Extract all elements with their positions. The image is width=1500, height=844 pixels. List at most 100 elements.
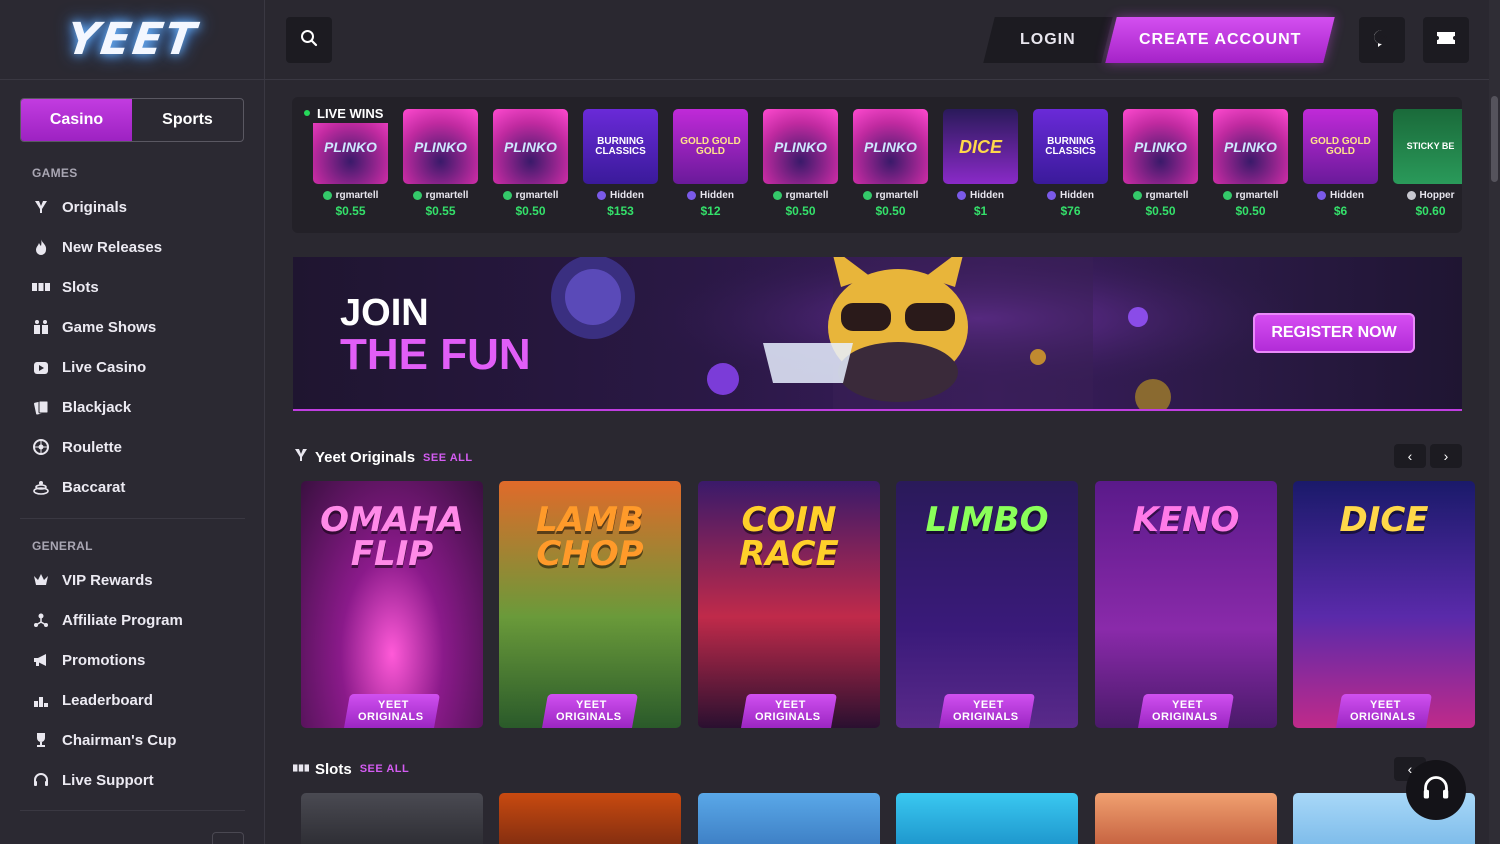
sidebar-item-blackjack[interactable]: Blackjack — [0, 387, 265, 427]
sidebar-item-live-support[interactable]: Live Support — [0, 760, 265, 800]
logo-area[interactable]: YEET — [0, 0, 264, 80]
scrollbar-thumb[interactable] — [1491, 96, 1498, 182]
live-win-item[interactable]: PLINKO rgmartell $0.50 — [853, 109, 928, 218]
next-arrow-button[interactable]: › — [1430, 444, 1462, 468]
live-win-user: Hidden — [943, 190, 1018, 201]
live-win-username: rgmartell — [785, 190, 829, 201]
chevron-right-icon: › — [1443, 448, 1449, 464]
live-win-username: Hidden — [610, 190, 644, 201]
slot-card[interactable] — [499, 793, 681, 844]
section-title: Yeet Originals — [315, 449, 416, 466]
sidebar-item-vip-rewards[interactable]: VIP Rewards — [0, 560, 265, 600]
sidebar-collapse-button[interactable] — [212, 832, 244, 844]
login-button[interactable]: LOGIN — [983, 17, 1113, 63]
live-win-user: Hidden — [1303, 190, 1378, 201]
search-button[interactable] — [286, 17, 332, 63]
live-win-item[interactable]: BURNING CLASSICS Hidden $153 — [583, 109, 658, 218]
live-win-thumb: PLINKO — [853, 109, 928, 184]
live-win-item[interactable]: PLINKO rgmartell $0.50 — [1123, 109, 1198, 218]
original-game-card[interactable]: KENO YEET ORIGINALS — [1095, 481, 1277, 728]
original-game-card[interactable]: LAMB CHOP YEET ORIGINALS — [499, 481, 681, 728]
chevron-left-icon: ‹ — [1407, 448, 1413, 464]
sidebar-item-new-releases[interactable]: New Releases — [0, 227, 265, 267]
sidebar-item-label: Chairman's Cup — [62, 731, 177, 749]
sidebar-item-baccarat[interactable]: Baccarat — [0, 467, 265, 507]
yeet-logo[interactable]: YEET — [63, 14, 200, 65]
sidebar-item-promotions[interactable]: Promotions — [0, 640, 265, 680]
game-shows-icon — [32, 318, 50, 336]
live-win-thumb: BURNING CLASSICS — [583, 109, 658, 184]
live-win-item[interactable]: GOLD GOLD GOLD Hidden $6 — [1303, 109, 1378, 218]
live-win-item[interactable]: STICKY BE Hopper $0.60 — [1393, 109, 1462, 218]
live-win-item[interactable]: BURNING CLASSICS Hidden $76 — [1033, 109, 1108, 218]
promo-banner[interactable]: JOIN THE FUN REGISTER NOW — [293, 257, 1462, 411]
sidebar-item-originals[interactable]: Originals — [0, 187, 265, 227]
sidebar-item-live-casino[interactable]: Live Casino — [0, 347, 265, 387]
chat-button[interactable] — [1359, 17, 1405, 63]
live-win-thumb: GOLD GOLD GOLD — [673, 109, 748, 184]
original-game-card[interactable]: OMAHA FLIP YEET ORIGINALS — [301, 481, 483, 728]
live-win-item[interactable]: PLINKO rgmartell $0.50 — [493, 109, 568, 218]
megaphone-icon — [32, 651, 50, 669]
live-win-item[interactable]: GOLD GOLD GOLD Hidden $12 — [673, 109, 748, 218]
original-game-card[interactable]: COIN RACE YEET ORIGINALS — [698, 481, 880, 728]
sidebar-divider — [20, 518, 245, 519]
general-nav: VIP Rewards Affiliate Program Promotions… — [0, 560, 265, 800]
baccarat-icon — [32, 478, 50, 496]
slot-card[interactable] — [698, 793, 880, 844]
create-account-button[interactable]: CREATE ACCOUNT — [1105, 17, 1335, 63]
sidebar-item-chairmans-cup[interactable]: Chairman's Cup — [0, 720, 265, 760]
slot-card[interactable] — [896, 793, 1078, 844]
live-win-thumb: PLINKO — [1123, 109, 1198, 184]
slots-icon — [293, 760, 309, 778]
badge-line-2: ORIGINALS — [1350, 711, 1416, 723]
sidebar-divider — [20, 810, 245, 811]
see-all-link[interactable]: SEE ALL — [360, 763, 410, 775]
sidebar-item-slots[interactable]: Slots — [0, 267, 265, 307]
search-icon — [300, 29, 318, 52]
tab-casino[interactable]: Casino — [21, 99, 132, 141]
top-bar: LOGIN CREATE ACCOUNT — [265, 0, 1500, 80]
slots-header: Slots SEE ALL — [293, 760, 409, 778]
live-support-button[interactable] — [1406, 760, 1466, 820]
cards-icon — [32, 398, 50, 416]
live-dot-icon — [304, 110, 310, 116]
live-win-thumb: PLINKO — [493, 109, 568, 184]
original-game-card[interactable]: LIMBO YEET ORIGINALS — [896, 481, 1078, 728]
live-win-user: rgmartell — [1213, 190, 1288, 201]
game-title: COIN RACE — [739, 500, 839, 574]
user-rank-icon — [597, 191, 607, 200]
live-win-item[interactable]: PLINKO rgmartell $0.50 — [763, 109, 838, 218]
original-game-card[interactable]: DICE YEET ORIGINALS — [1293, 481, 1475, 728]
user-rank-icon — [412, 191, 422, 200]
register-now-button[interactable]: REGISTER NOW — [1253, 313, 1415, 353]
sidebar-item-leaderboard[interactable]: Leaderboard — [0, 680, 265, 720]
ticket-icon — [1437, 31, 1455, 50]
live-win-item[interactable]: DICE Hidden $1 — [943, 109, 1018, 218]
live-win-amount: $0.50 — [1145, 204, 1176, 218]
badge-line-1: YEET — [575, 699, 607, 711]
live-win-amount: $76 — [1060, 204, 1081, 218]
originals-header: Yeet Originals SEE ALL — [293, 447, 473, 468]
page-scrollbar[interactable] — [1489, 0, 1500, 844]
sidebar-item-affiliate-program[interactable]: Affiliate Program — [0, 600, 265, 640]
sidebar-item-roulette[interactable]: Roulette — [0, 427, 265, 467]
yeet-originals-badge: YEET ORIGINALS — [1336, 694, 1432, 728]
user-rank-icon — [322, 191, 332, 200]
sidebar-item-label: Affiliate Program — [62, 611, 183, 629]
slot-card[interactable] — [301, 793, 483, 844]
live-win-user: rgmartell — [853, 190, 928, 201]
prev-arrow-button[interactable]: ‹ — [1394, 444, 1426, 468]
slots-icon — [32, 278, 50, 296]
slot-card[interactable] — [1095, 793, 1277, 844]
game-title: OMAHA FLIP — [320, 500, 464, 574]
see-all-link[interactable]: SEE ALL — [423, 452, 473, 464]
badge-line-2: ORIGINALS — [953, 711, 1019, 723]
live-win-item[interactable]: PLINKO rgmartell $0.50 — [1213, 109, 1288, 218]
sidebar-item-game-shows[interactable]: Game Shows — [0, 307, 265, 347]
tab-sports[interactable]: Sports — [132, 99, 243, 141]
live-win-item[interactable]: PLINKO rgmartell $0.55 — [403, 109, 478, 218]
game-title: DICE — [1339, 500, 1429, 540]
live-win-item[interactable]: PLINKO rgmartell $0.55 — [313, 109, 388, 218]
ticket-button[interactable] — [1423, 17, 1469, 63]
